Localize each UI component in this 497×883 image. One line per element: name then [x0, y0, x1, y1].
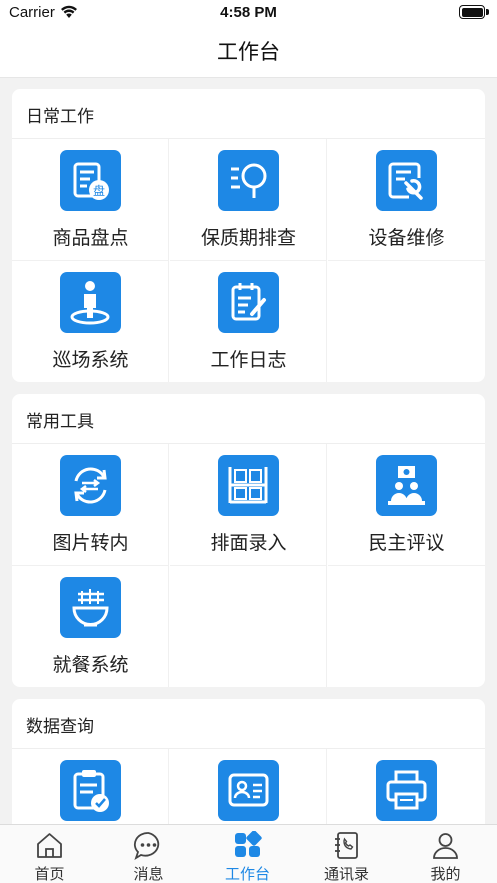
tab-label: 首页	[34, 865, 65, 883]
tab-bar: 首页 消息 工作台 通讯录 我的	[0, 824, 497, 883]
profile-icon	[433, 833, 458, 859]
section-title: 日常工作	[26, 107, 94, 127]
tab-home[interactable]: 首页	[0, 825, 99, 883]
svg-text:盘: 盘	[93, 183, 105, 198]
item-label: 巡场系统	[52, 349, 129, 371]
item-label: 民主评议	[368, 532, 445, 554]
section-data-query: 数据查询	[12, 699, 485, 824]
tab-messages[interactable]: 消息	[99, 825, 198, 883]
tab-label: 工作台	[224, 865, 270, 883]
item-label: 排面录入	[210, 532, 287, 554]
democratic-review-button[interactable]: 民主评议	[328, 444, 485, 566]
id-card-query-button[interactable]	[170, 749, 327, 824]
id-card-icon	[218, 760, 279, 821]
item-label: 工作日志	[210, 349, 287, 371]
section-title: 数据查询	[26, 717, 94, 737]
item-label: 就餐系统	[52, 654, 129, 676]
item-label: 保质期排查	[200, 227, 296, 249]
tab-label: 我的	[430, 865, 461, 883]
section-daily-work: 日常工作 盘 商品盘点 保质期排查 设备维修 巡场系统 工作日志	[12, 89, 485, 382]
shelf-life-search-icon	[218, 150, 279, 211]
section-common-tools: 常用工具 图片转内 排面录入 民主评议 就餐系统	[12, 394, 485, 687]
patrol-person-icon	[60, 272, 121, 333]
clipboard-check-icon	[60, 760, 121, 821]
tab-label: 通讯录	[323, 865, 369, 883]
work-log-button[interactable]: 工作日志	[170, 261, 327, 382]
tab-contacts[interactable]: 通讯录	[297, 825, 396, 883]
tab-profile[interactable]: 我的	[396, 825, 495, 883]
page-title: 工作台	[217, 40, 280, 64]
patrol-system-button[interactable]: 巡场系统	[12, 261, 169, 382]
shelf-entry-icon	[218, 455, 279, 516]
dining-bowl-icon	[60, 577, 121, 638]
print-query-button[interactable]	[328, 749, 485, 824]
inventory-check-icon: 盘	[60, 150, 121, 211]
democratic-review-icon	[376, 455, 437, 516]
tab-workbench[interactable]: 工作台	[198, 825, 297, 883]
shelf-entry-button[interactable]: 排面录入	[170, 444, 327, 566]
section-title: 常用工具	[26, 412, 94, 432]
equipment-repair-icon	[376, 150, 437, 211]
equipment-repair-button[interactable]: 设备维修	[328, 139, 485, 261]
image-transfer-button[interactable]: 图片转内	[12, 444, 169, 566]
work-log-icon	[218, 272, 279, 333]
inventory-check-button[interactable]: 盘 商品盘点	[12, 139, 169, 261]
report-query-button[interactable]	[12, 749, 169, 824]
empty-cell	[328, 566, 485, 687]
shelf-life-check-button[interactable]: 保质期排查	[170, 139, 327, 261]
message-icon	[133, 832, 160, 860]
tab-label: 消息	[133, 865, 164, 883]
empty-cell	[170, 566, 327, 687]
dining-system-button[interactable]: 就餐系统	[12, 566, 169, 687]
item-label: 设备维修	[368, 227, 445, 249]
home-icon	[37, 833, 62, 858]
status-bar: Carrier 4:58 PM	[0, 0, 497, 26]
status-time: 4:58 PM	[220, 4, 277, 21]
printer-icon	[376, 760, 437, 821]
image-transfer-icon	[60, 455, 121, 516]
navigation-bar: 工作台	[0, 26, 497, 78]
item-label: 图片转内	[52, 532, 129, 554]
battery-icon	[459, 5, 489, 19]
workbench-scroll-area[interactable]: 日常工作 盘 商品盘点 保质期排查 设备维修 巡场系统 工作日志 常用工具 图片…	[0, 78, 497, 824]
contacts-icon	[335, 832, 358, 859]
empty-cell	[328, 261, 485, 382]
item-label: 商品盘点	[52, 227, 129, 249]
workbench-icon	[235, 831, 262, 857]
